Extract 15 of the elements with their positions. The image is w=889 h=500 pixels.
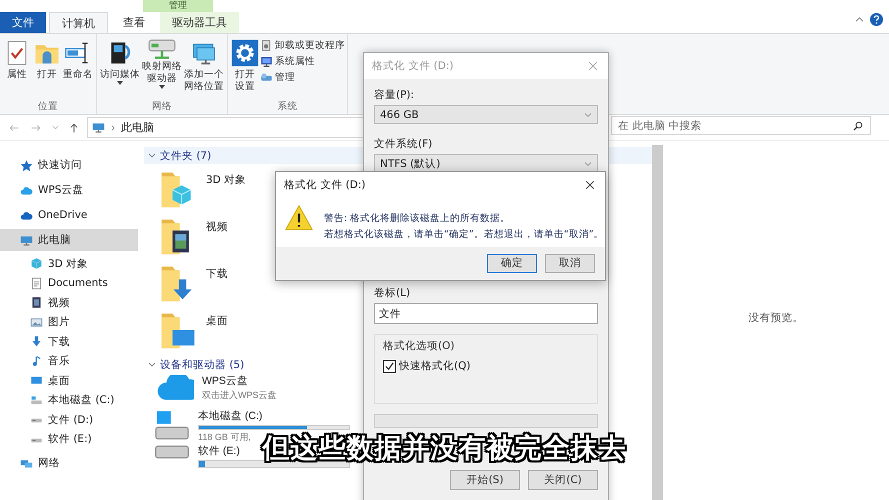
- group-label: 网络: [152, 101, 172, 112]
- field-label: 文件系统(F): [374, 138, 434, 151]
- warning-message: 若想格式化该磁盘，请单击“确定”。若想退出，请单击“取消”。: [324, 228, 604, 241]
- field-label: 卷标(L): [374, 287, 412, 300]
- warning-message: 警告: 格式化将删除该磁盘上的所有数据。: [324, 212, 512, 225]
- group-label: 系统: [278, 101, 298, 112]
- context-tab-header: 管理: [143, 0, 213, 12]
- group-label: 位置: [38, 101, 58, 112]
- options-group: 格式化选项(O) 快速格式化(Q): [374, 334, 598, 404]
- field-label: 容量(P):: [374, 89, 416, 102]
- dialog-title: 格式化 文件 (D:): [284, 178, 366, 192]
- drive-detail: 118 GB 可用,: [198, 432, 251, 443]
- drive-detail: 双击进入WPS云盘: [202, 390, 277, 401]
- dialog-title: 格式化 文件 (D:): [372, 59, 454, 73]
- preview-message: 没有预览。: [748, 311, 804, 325]
